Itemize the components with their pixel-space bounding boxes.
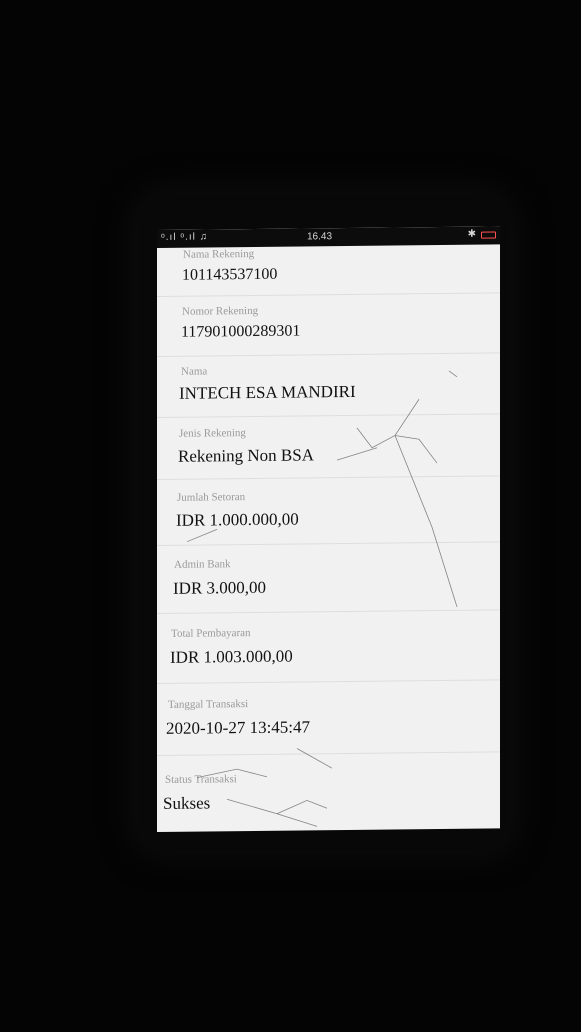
status-value: Sukses <box>163 793 211 813</box>
detail-row-jenis-rekening: Jenis Rekening Rekening Non BSA <box>157 414 500 480</box>
field-value: INTECH ESA MANDIRI <box>179 381 356 403</box>
field-value: 2020-10-27 13:45:47 <box>166 717 311 738</box>
field-label: Tanggal Transaksi <box>168 698 249 711</box>
field-label: Status Transaksi <box>165 773 237 786</box>
field-label: Jumlah Setoran <box>177 491 246 504</box>
phone-screen: ᵒ.ıl ᵒ.ıl ♫ 16.43 ✱ Nama Rekening 101143… <box>157 226 500 833</box>
field-value: 117901000289301 <box>181 322 301 341</box>
field-value: 101143537100 <box>182 265 278 284</box>
field-value: Rekening Non BSA <box>178 445 314 466</box>
transaction-detail-list: Nama Rekening 101143537100 Nomor Rekenin… <box>157 244 500 832</box>
bluetooth-icon: ✱ <box>467 228 476 240</box>
field-value: IDR 1.000.000,00 <box>176 509 299 530</box>
detail-row-status-transaksi: Status Transaksi Sukses <box>157 752 500 832</box>
field-label: Nama Rekening <box>183 247 255 261</box>
detail-row-nama-rekening: Nama Rekening 101143537100 <box>157 244 500 297</box>
signal-icons: ᵒ.ıl ᵒ.ıl ♫ <box>161 231 209 243</box>
detail-row-admin-bank: Admin Bank IDR 3.000,00 <box>157 542 500 614</box>
detail-row-tanggal-transaksi: Tanggal Transaksi 2020-10-27 13:45:47 <box>157 680 500 756</box>
detail-row-nomor-rekening: Nomor Rekening 117901000289301 <box>157 293 500 357</box>
field-label: Total Pembayaran <box>171 627 251 640</box>
battery-icon <box>481 231 496 239</box>
field-value: IDR 1.003.000,00 <box>170 646 293 667</box>
detail-row-total-pembayaran: Total Pembayaran IDR 1.003.000,00 <box>157 610 500 684</box>
field-label: Nomor Rekening <box>182 304 259 318</box>
field-label: Nama <box>181 365 208 378</box>
detail-row-nama: Nama INTECH ESA MANDIRI <box>157 353 500 418</box>
field-label: Admin Bank <box>174 558 231 571</box>
field-label: Jenis Rekening <box>179 427 246 440</box>
field-value: IDR 3.000,00 <box>173 577 267 598</box>
detail-row-jumlah-setoran: Jumlah Setoran IDR 1.000.000,00 <box>157 476 500 546</box>
status-time: 16.43 <box>307 231 333 243</box>
